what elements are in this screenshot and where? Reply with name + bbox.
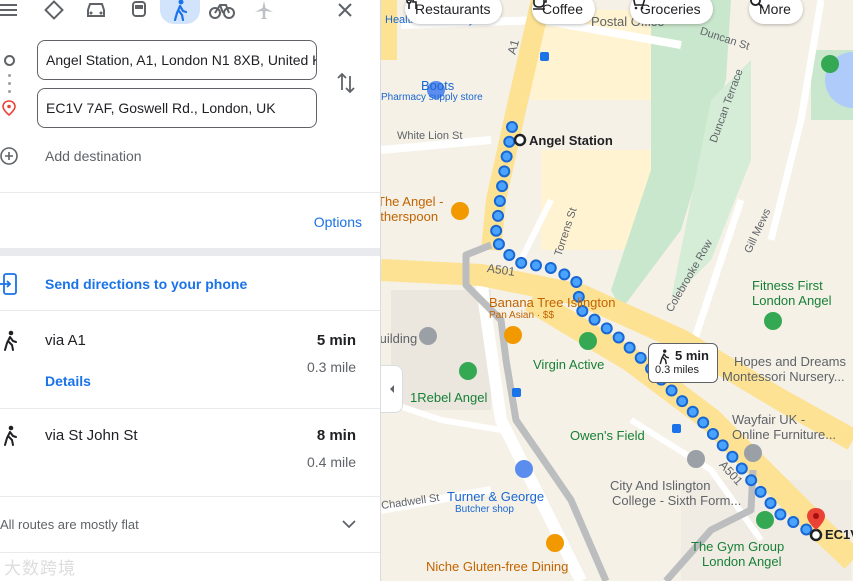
route-details-link[interactable]: Details — [45, 373, 91, 389]
route-time: 5 min — [316, 332, 356, 349]
label-boots[interactable]: Boots — [421, 78, 454, 93]
route-distance: 0.4 mile — [306, 454, 356, 470]
walking-mode-icon[interactable] — [160, 0, 200, 24]
route-name: via A1 — [45, 332, 86, 349]
watermark-logo: 大数跨境 — [4, 559, 76, 578]
label-building: Building — [381, 331, 418, 346]
route-dot — [8, 90, 11, 93]
route-distance: 0.3 mile — [306, 359, 356, 375]
label-turner-george[interactable]: Turner & George — [447, 489, 544, 504]
coffee-cup-icon — [533, 0, 547, 10]
close-icon[interactable] — [330, 0, 360, 22]
best-route-icon[interactable] — [39, 0, 69, 22]
divider — [0, 192, 380, 193]
chevron-left-icon — [389, 385, 394, 393]
travel-mode-bar — [0, 0, 380, 28]
label-boots-sub: Pharmacy supply store — [381, 92, 483, 103]
chip-label: Coffee — [542, 1, 583, 17]
label-owens-field[interactable]: Owen's Field — [570, 428, 645, 443]
bubble-distance: 0.3 miles — [655, 364, 700, 376]
route-dot — [8, 74, 11, 77]
label-gym-group-sub: London Angel — [702, 554, 782, 569]
label-fitness-first-sub: London Angel — [752, 293, 832, 308]
route-time: 8 min — [316, 427, 356, 444]
label-turner-george-sub: Butcher shop — [455, 504, 514, 515]
swap-direction-icon[interactable] — [336, 72, 356, 94]
map-canvas[interactable]: Angel Station Boots Pharmacy supply stor… — [381, 0, 853, 581]
send-directions-link[interactable]: Send directions to your phone — [45, 276, 247, 292]
route-time-bubble[interactable]: 5 min 0.3 miles — [648, 343, 718, 383]
cart-icon — [633, 0, 646, 10]
terrain-note: All routes are mostly flat — [0, 517, 139, 532]
walking-icon — [4, 425, 17, 446]
label-hopes-dreams[interactable]: Hopes and Dreams — [734, 354, 846, 369]
send-to-phone-icon[interactable] — [0, 273, 20, 295]
chip-label: Groceries — [640, 1, 701, 17]
label-gym-group[interactable]: The Gym Group — [691, 539, 784, 554]
label-angel-station[interactable]: Angel Station — [529, 133, 613, 148]
label-wayfair[interactable]: Wayfair UK - — [732, 412, 805, 427]
label-wetherspoon: Wetherspoon — [381, 209, 439, 224]
divider — [0, 552, 380, 553]
label-wayfair-sub: Online Furniture... — [732, 427, 837, 442]
options-button[interactable]: Options — [314, 214, 362, 230]
label-virgin-active[interactable]: Virgin Active — [533, 357, 604, 372]
flight-icon[interactable] — [249, 0, 279, 22]
car-icon[interactable] — [81, 0, 111, 22]
label-destination[interactable]: EC1V — [825, 527, 853, 542]
collapse-panel-button[interactable] — [381, 365, 403, 413]
search-icon — [750, 0, 764, 9]
divider — [0, 408, 380, 409]
route-name: via St John St — [45, 427, 138, 444]
label-banana-tree-sub: Pan Asian · $$ — [489, 310, 555, 321]
add-destination-button[interactable]: Add destination — [45, 148, 142, 164]
bubble-time: 5 min — [675, 348, 709, 363]
chip-groceries[interactable]: Groceries — [630, 0, 713, 24]
add-destination-icon[interactable] — [0, 146, 20, 166]
section-separator — [0, 248, 380, 256]
chevron-down-icon[interactable] — [341, 519, 357, 529]
label-hopes-dreams-sub: Montessori Nursery... — [722, 369, 845, 384]
label-city-islington[interactable]: City And Islington — [610, 478, 710, 493]
origin-marker-icon — [4, 55, 15, 66]
fork-knife-icon — [406, 0, 417, 9]
bicycle-icon[interactable] — [207, 0, 237, 22]
origin-input[interactable]: Angel Station, A1, London N1 8XB, United… — [37, 40, 317, 80]
destination-input[interactable]: EC1V 7AF, Goswell Rd., London, UK — [37, 88, 317, 128]
label-fitness-first[interactable]: Fitness First — [752, 278, 823, 293]
label-college: College - Sixth Form... — [612, 493, 742, 508]
label-niche[interactable]: Niche Gluten-free Dining — [426, 559, 568, 574]
chip-restaurants[interactable]: Restaurants — [405, 0, 503, 24]
chip-label: Restaurants — [415, 1, 491, 17]
divider — [0, 310, 380, 311]
walking-icon — [4, 330, 17, 351]
label-the-angel[interactable]: The Angel - — [381, 194, 444, 209]
directions-panel: Angel Station, A1, London N1 8XB, United… — [0, 0, 381, 581]
menu-icon[interactable] — [0, 0, 24, 22]
route-dot — [8, 82, 11, 85]
label-1rebel-angel[interactable]: 1Rebel Angel — [410, 390, 487, 405]
label-white-lion-st: White Lion St — [397, 130, 463, 142]
destination-pin-icon — [2, 100, 16, 116]
transit-icon[interactable] — [124, 0, 154, 22]
divider — [0, 496, 380, 497]
walking-icon — [659, 349, 670, 365]
chip-more[interactable]: More — [749, 0, 803, 24]
label-banana-tree[interactable]: Banana Tree Islington — [489, 295, 615, 310]
chip-coffee[interactable]: Coffee — [532, 0, 595, 24]
